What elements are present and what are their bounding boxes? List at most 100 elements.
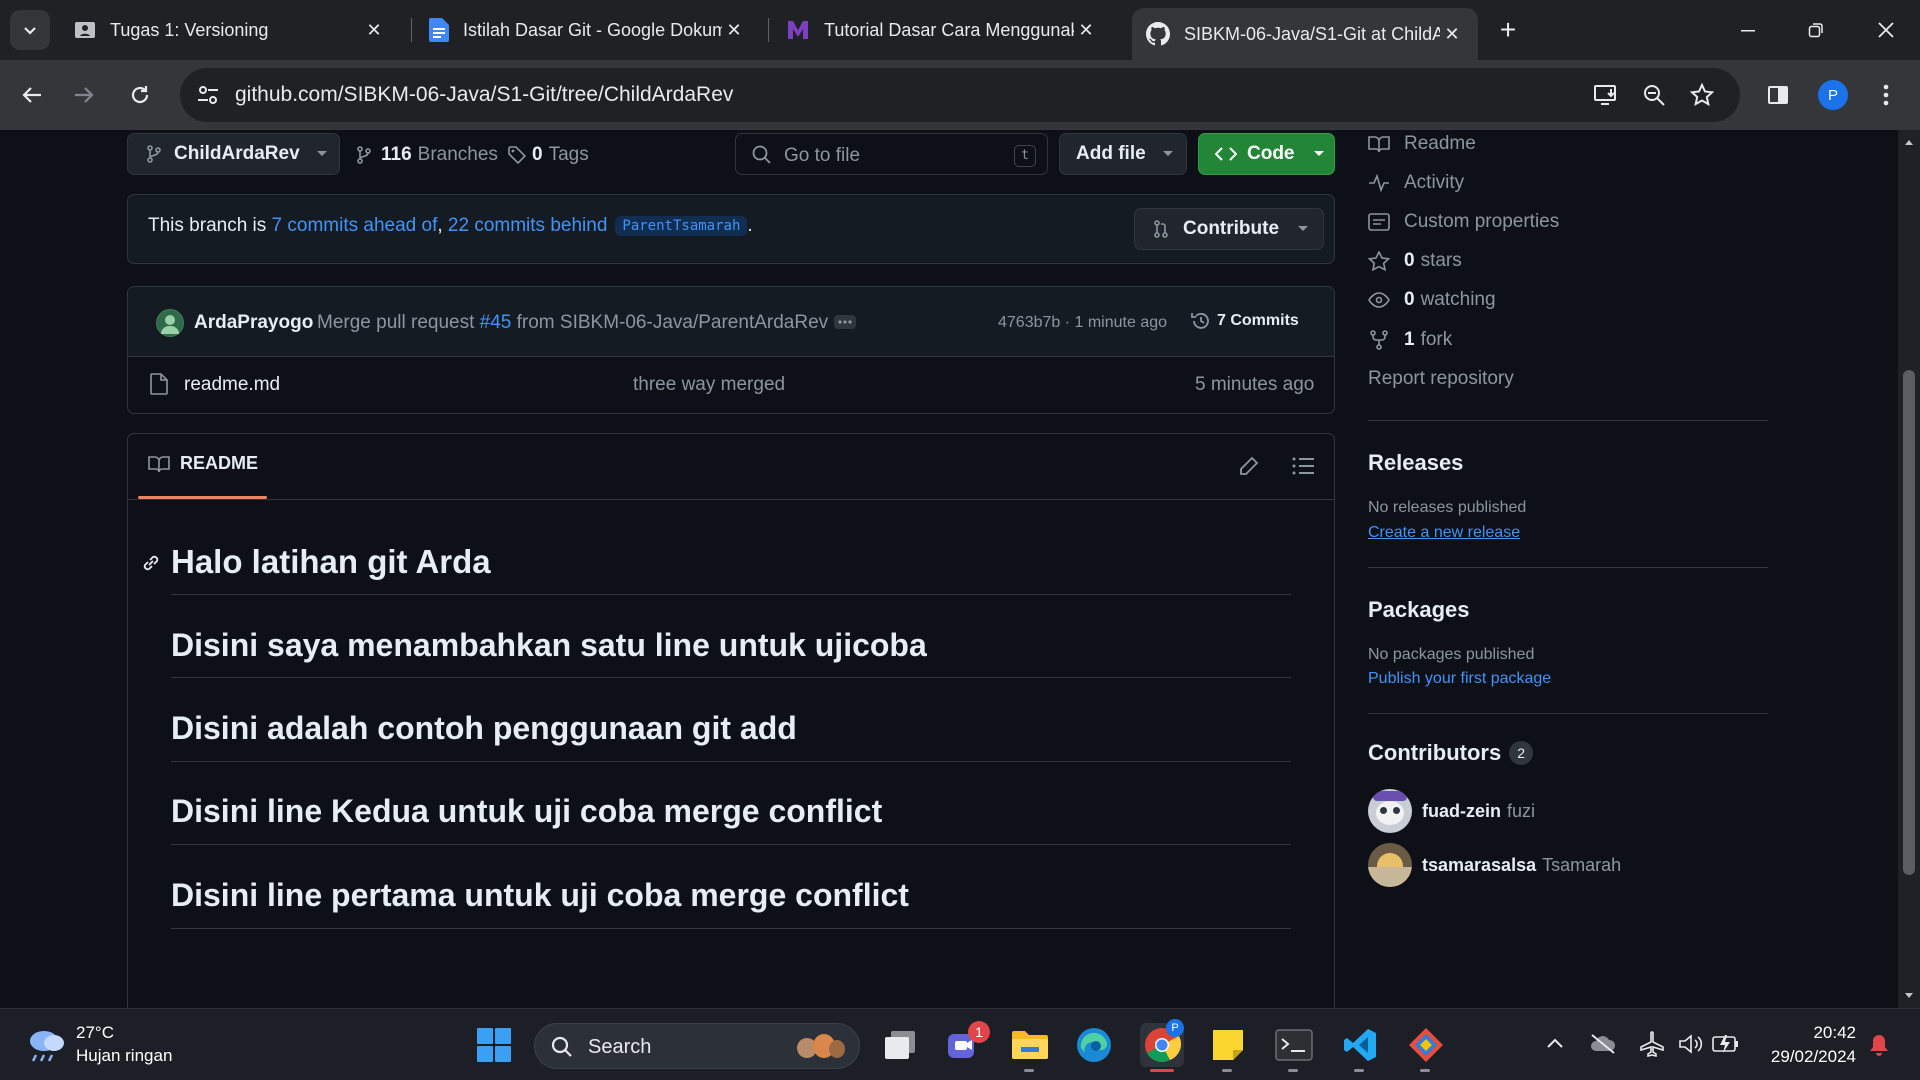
contributor-item[interactable]: tsamarasalsa Tsamarah — [1368, 843, 1621, 887]
heading-rule — [171, 844, 1291, 845]
clock[interactable]: 20:42 29/02/2024 — [1760, 1023, 1856, 1067]
close-icon[interactable]: ✕ — [1440, 22, 1464, 46]
taskbar-search[interactable]: Search — [534, 1023, 860, 1069]
add-file-button[interactable]: Add file — [1059, 133, 1187, 175]
avatar[interactable] — [156, 309, 184, 337]
tab-istilah[interactable]: Istilah Dasar Git - Google Dokumen ✕ — [415, 8, 760, 52]
contributor-item[interactable]: fuad-zein fuzi — [1368, 789, 1535, 833]
anchor-link-icon[interactable] — [140, 552, 162, 574]
heading-rule — [171, 761, 1291, 762]
ahead-link[interactable]: 7 commits ahead of — [272, 215, 438, 237]
branches-link[interactable]: 116 Branches — [356, 144, 498, 166]
task-view-button[interactable] — [878, 1023, 922, 1067]
side-panel-button[interactable] — [1760, 77, 1796, 113]
sidebar-item-watching[interactable]: 0 watching — [1368, 286, 1496, 314]
new-tab-button[interactable]: + — [1492, 14, 1524, 46]
site-info-icon[interactable] — [196, 83, 220, 107]
close-icon[interactable]: ✕ — [1074, 18, 1098, 42]
onedrive-icon[interactable] — [1590, 1033, 1616, 1055]
close-icon[interactable]: ✕ — [362, 18, 386, 42]
file-name[interactable]: readme.md — [184, 374, 280, 396]
task-view-icon — [885, 1031, 915, 1059]
reload-button[interactable] — [122, 77, 158, 113]
tab-readme[interactable]: README — [148, 453, 258, 474]
divider — [1368, 567, 1768, 568]
forward-button[interactable] — [66, 77, 102, 113]
parent-branch-badge[interactable]: ParentTsamarah — [615, 216, 748, 236]
go-to-file-input[interactable]: Go to file t — [735, 133, 1048, 175]
terminal-button[interactable] — [1272, 1023, 1316, 1067]
battery-charging-icon[interactable] — [1712, 1031, 1740, 1055]
scroll-down-icon[interactable] — [1904, 992, 1914, 1000]
address-bar[interactable]: github.com/SIBKM-06-Java/S1-Git/tree/Chi… — [180, 68, 1740, 122]
readme-heading-2: Disini line pertama untuk uji coba merge… — [171, 877, 909, 913]
report-repository-link[interactable]: Report repository — [1368, 365, 1514, 393]
menu-button[interactable] — [1868, 77, 1904, 113]
search-icon — [752, 145, 771, 164]
eye-icon — [1368, 292, 1390, 308]
file-commit-message[interactable]: three way merged — [633, 374, 785, 396]
branch-icon — [357, 146, 371, 164]
github-icon — [1146, 22, 1170, 46]
readme-heading-2: Disini adalah contoh penggunaan git add — [171, 710, 797, 746]
scrollbar-thumb[interactable] — [1898, 370, 1920, 875]
sidebar-item-fork[interactable]: 1 fork — [1368, 326, 1452, 354]
notification-bell-icon[interactable] — [1868, 1033, 1890, 1057]
tab-tugas[interactable]: Tugas 1: Versioning ✕ — [60, 8, 400, 52]
restore-button[interactable] — [1796, 14, 1836, 46]
edge-button[interactable] — [1072, 1023, 1116, 1067]
install-app-button[interactable] — [1588, 77, 1624, 113]
sidebar-item-custom-properties[interactable]: Custom properties — [1368, 208, 1559, 236]
tab-tutorial[interactable]: Tutorial Dasar Cara Menggunakan ✕ — [772, 8, 1112, 52]
chrome-button[interactable]: P — [1140, 1019, 1184, 1067]
commit-author[interactable]: ArdaPrayogo — [194, 312, 313, 334]
tab-search-button[interactable] — [10, 10, 50, 50]
packages-heading[interactable]: Packages — [1368, 597, 1470, 623]
create-release-link[interactable]: Create a new release — [1368, 524, 1520, 542]
sidebar-item-activity[interactable]: Activity — [1368, 169, 1464, 197]
contribute-button[interactable]: Contribute — [1134, 208, 1324, 250]
google-docs-icon — [429, 18, 449, 42]
contributors-heading[interactable]: Contributors 2 — [1368, 740, 1534, 766]
branch-select-button[interactable]: ChildArdaRev — [127, 133, 340, 175]
pr-link[interactable]: #45 — [480, 312, 512, 334]
tab-github[interactable]: SIBKM-06-Java/S1-Git at ChildArdaRev ✕ — [1132, 8, 1478, 60]
star-icon — [1368, 251, 1390, 271]
back-button[interactable] — [14, 77, 50, 113]
publish-package-link[interactable]: Publish your first package — [1368, 670, 1551, 688]
airplane-mode-icon[interactable] — [1640, 1031, 1666, 1057]
start-button[interactable] — [472, 1023, 516, 1067]
tags-link[interactable]: 0 Tags — [508, 144, 589, 166]
teams-button[interactable]: 1 — [942, 1021, 990, 1067]
book-icon — [1368, 136, 1390, 153]
caret-down-icon — [1162, 151, 1173, 156]
commits-link[interactable]: 7 Commits — [1190, 310, 1299, 332]
ellipsis-button[interactable] — [834, 315, 856, 329]
vscode-button[interactable] — [1338, 1023, 1382, 1067]
outline-button[interactable] — [1292, 456, 1314, 476]
minimize-button[interactable] — [1728, 14, 1768, 46]
bookmark-button[interactable] — [1684, 77, 1720, 113]
releases-heading[interactable]: Releases — [1368, 450, 1463, 476]
code-button[interactable]: Code — [1198, 133, 1335, 175]
file-explorer-button[interactable] — [1008, 1023, 1052, 1067]
table-row[interactable]: readme.md three way merged 5 minutes ago — [128, 357, 1334, 413]
sidebar-item-readme[interactable]: Readme — [1368, 130, 1476, 158]
commit-message[interactable]: Merge pull request #45 from SIBKM-06-Jav… — [317, 312, 828, 334]
close-icon[interactable]: ✕ — [722, 18, 746, 42]
branches-label: Branches — [417, 144, 498, 165]
zoom-button[interactable] — [1636, 77, 1672, 113]
weather-widget[interactable]: 27°C Hujan ringan — [24, 1023, 172, 1066]
sidebar-item-stars[interactable]: 0 stars — [1368, 247, 1462, 275]
edit-button[interactable] — [1238, 455, 1260, 477]
scroll-up-icon[interactable] — [1904, 138, 1914, 146]
commit-sha-time[interactable]: 4763b7b · 1 minute ago — [998, 314, 1167, 332]
git-app-button[interactable] — [1404, 1023, 1448, 1067]
volume-icon[interactable] — [1678, 1033, 1704, 1055]
chevron-up-icon[interactable] — [1546, 1037, 1564, 1049]
close-window-button[interactable] — [1866, 14, 1906, 46]
profile-button[interactable]: P — [1815, 77, 1851, 113]
behind-link[interactable]: 22 commits behind — [448, 215, 607, 237]
sticky-notes-button[interactable] — [1206, 1023, 1250, 1067]
note-icon — [1368, 213, 1390, 231]
